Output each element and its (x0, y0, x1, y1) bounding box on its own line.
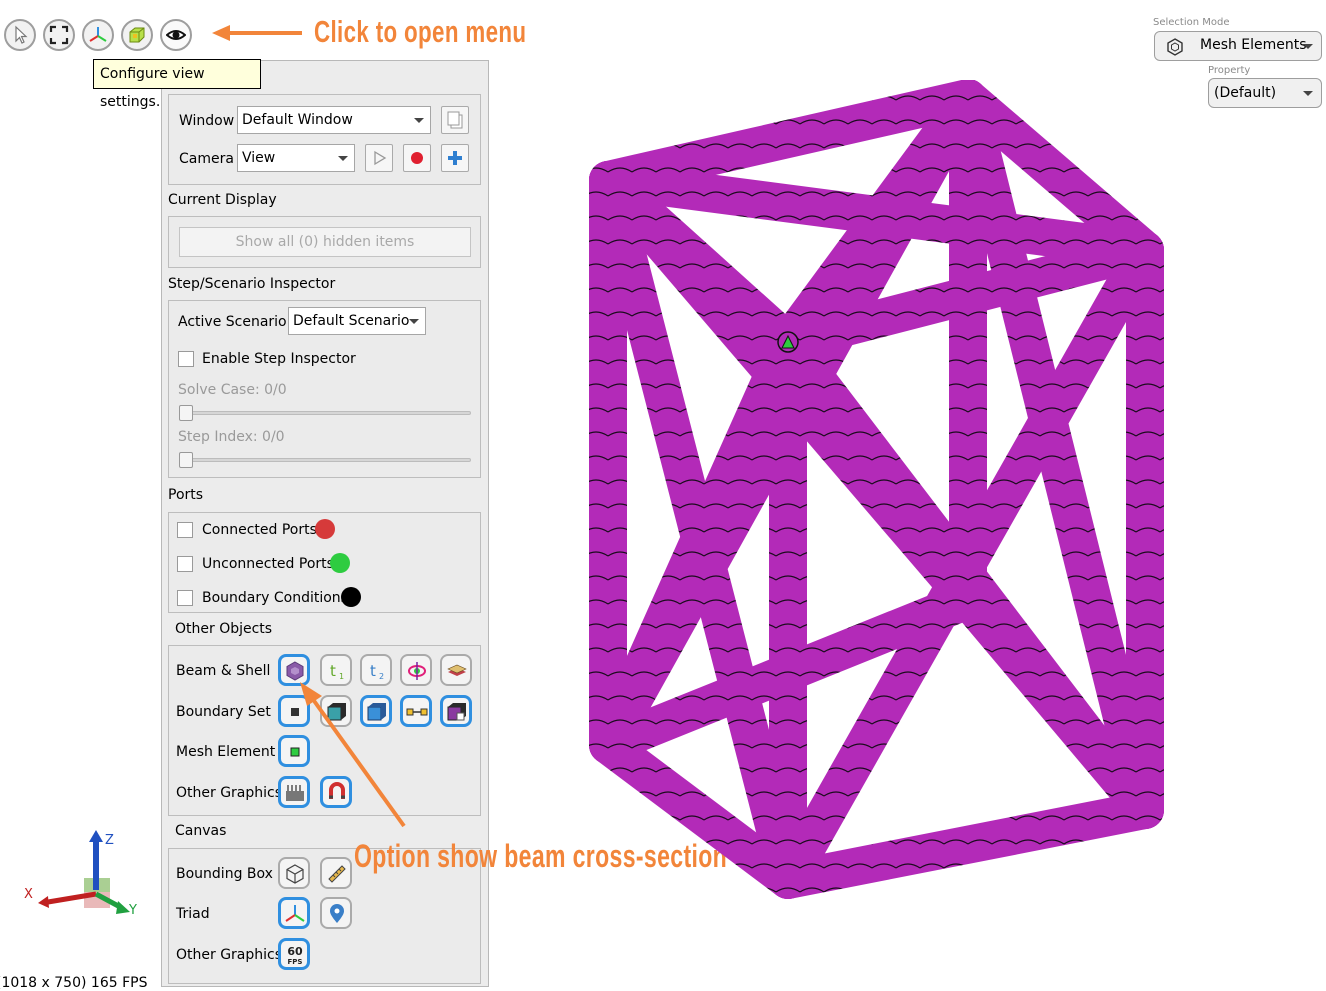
eye-icon (166, 30, 186, 40)
triad-label: Triad (176, 906, 210, 922)
bounding-box-label: Bounding Box (176, 866, 273, 882)
copy-icon (447, 111, 463, 129)
callout-arrow-diagonal (300, 682, 406, 828)
boundary-conditions-label: Boundary Conditions (202, 590, 348, 606)
fps-icon: 60 FPS (287, 945, 303, 966)
unconnected-ports-color (330, 553, 350, 573)
step-index-label: Step Index: 0/0 (178, 429, 285, 445)
add-camera-button[interactable] (441, 144, 469, 172)
triad-y-label: Y (128, 903, 137, 918)
layers-icon (447, 664, 467, 676)
record-icon (411, 152, 423, 164)
current-display-group: Show all (0) hidden items (168, 216, 481, 268)
ruler-button[interactable] (320, 857, 352, 889)
open-menu-annotation: Click to open menu (314, 14, 527, 49)
triad-toggle-button[interactable] (278, 897, 310, 929)
property-value: (Default) (1214, 85, 1277, 101)
unconnected-ports-checkbox[interactable] (177, 556, 193, 572)
show-hidden-items-button[interactable]: Show all (0) hidden items (179, 227, 471, 257)
fit-view-icon (49, 25, 69, 45)
triad-icon (285, 905, 305, 922)
copy-window-button[interactable] (441, 106, 469, 134)
triad-x-label: X (24, 887, 33, 902)
ports-group: Connected Ports Unconnected Ports Bounda… (168, 512, 481, 613)
callout-arrow-left (212, 25, 302, 41)
selection-mode-caption: Selection Mode (1153, 17, 1230, 28)
boundary-conditions-checkbox[interactable] (177, 590, 193, 606)
step-inspector-title: Step/Scenario Inspector (168, 276, 336, 292)
other-objects-title: Other Objects (175, 621, 273, 637)
select-cursor-icon (15, 25, 28, 44)
window-dropdown-value: Default Window (242, 112, 353, 128)
window-label: Window (179, 113, 235, 129)
triad-location-button[interactable] (320, 897, 352, 929)
unconnected-ports-label: Unconnected Ports (202, 556, 334, 572)
shell-layers-button[interactable] (440, 654, 472, 686)
property-dropdown[interactable]: (Default) (1208, 78, 1322, 108)
play-icon (374, 150, 387, 166)
beam-shell-label: Beam & Shell (176, 663, 271, 679)
ports-title: Ports (168, 487, 204, 503)
viewport-status: (1018 x 750) 165 FPS (0, 975, 148, 991)
mesh-element-label: Mesh Element (176, 744, 276, 760)
canvas-title: Canvas (175, 823, 227, 839)
step-inspector-group: Active Scenario: Default Scenario Enable… (168, 300, 481, 478)
active-scenario-value: Default Scenario (293, 313, 410, 329)
hexagon-icon (1167, 38, 1183, 56)
camera-dropdown[interactable]: View (237, 144, 355, 172)
display-mode-button[interactable] (121, 19, 153, 51)
orientation-triad: Z X Y (24, 830, 137, 918)
solve-case-label: Solve Case: 0/0 (178, 382, 287, 398)
view-settings-button[interactable] (160, 19, 192, 51)
camera-label: Camera (179, 151, 234, 167)
other-graphics-label: Other Graphics (176, 785, 283, 801)
connected-ports-color (315, 519, 335, 539)
select-cursor-button[interactable] (4, 19, 36, 51)
solve-case-slider[interactable] (179, 411, 471, 415)
enable-step-inspector-label: Enable Step Inspector (202, 351, 356, 367)
active-scenario-label: Active Scenario: (178, 314, 292, 330)
ruler-icon (328, 865, 346, 883)
camera-dropdown-value: View (242, 150, 276, 166)
record-camera-button[interactable] (403, 144, 431, 172)
triad-view-icon (89, 27, 107, 42)
current-display-title: Current Display (168, 192, 277, 208)
display-mode-icon (129, 27, 145, 43)
boundary-conditions-color (341, 587, 361, 607)
bounding-box-button[interactable] (278, 857, 310, 889)
connected-ports-label: Connected Ports (202, 522, 317, 538)
selection-mode-dropdown[interactable]: Mesh Elements (1154, 31, 1322, 61)
fps-unit: FPS (288, 958, 303, 966)
step-index-slider[interactable] (179, 458, 471, 462)
enable-step-inspector-checkbox[interactable] (178, 351, 194, 367)
window-dropdown[interactable]: Default Window (237, 106, 431, 134)
fit-view-button[interactable] (43, 19, 75, 51)
add-icon (448, 151, 462, 165)
material-box-icon (447, 703, 466, 721)
triad-z-label: Z (105, 833, 114, 848)
view-settings-tooltip: Configure view settings. (93, 59, 261, 110)
lattice-beam-model (589, 80, 1164, 899)
solve-case-slider-handle[interactable] (179, 405, 193, 421)
selection-mode-value: Mesh Elements (1200, 37, 1307, 53)
canvas-other-graphics-label: Other Graphics (176, 947, 283, 963)
property-caption: Property (1208, 65, 1251, 76)
play-camera-button[interactable] (365, 144, 393, 172)
fps-value: 60 (287, 945, 303, 958)
triad-view-button[interactable] (82, 19, 114, 51)
map-pin-icon (330, 904, 344, 923)
window-camera-group: Window Default Window Camera View (168, 94, 481, 185)
wire-cube-icon (286, 864, 304, 884)
step-index-slider-handle[interactable] (179, 452, 193, 468)
boundary-set-label: Boundary Set (176, 704, 271, 720)
boundary-material-button[interactable] (440, 695, 472, 727)
fps-counter-button[interactable]: 60 FPS (278, 938, 310, 970)
active-scenario-dropdown[interactable]: Default Scenario (288, 307, 426, 335)
connected-ports-checkbox[interactable] (177, 522, 193, 538)
